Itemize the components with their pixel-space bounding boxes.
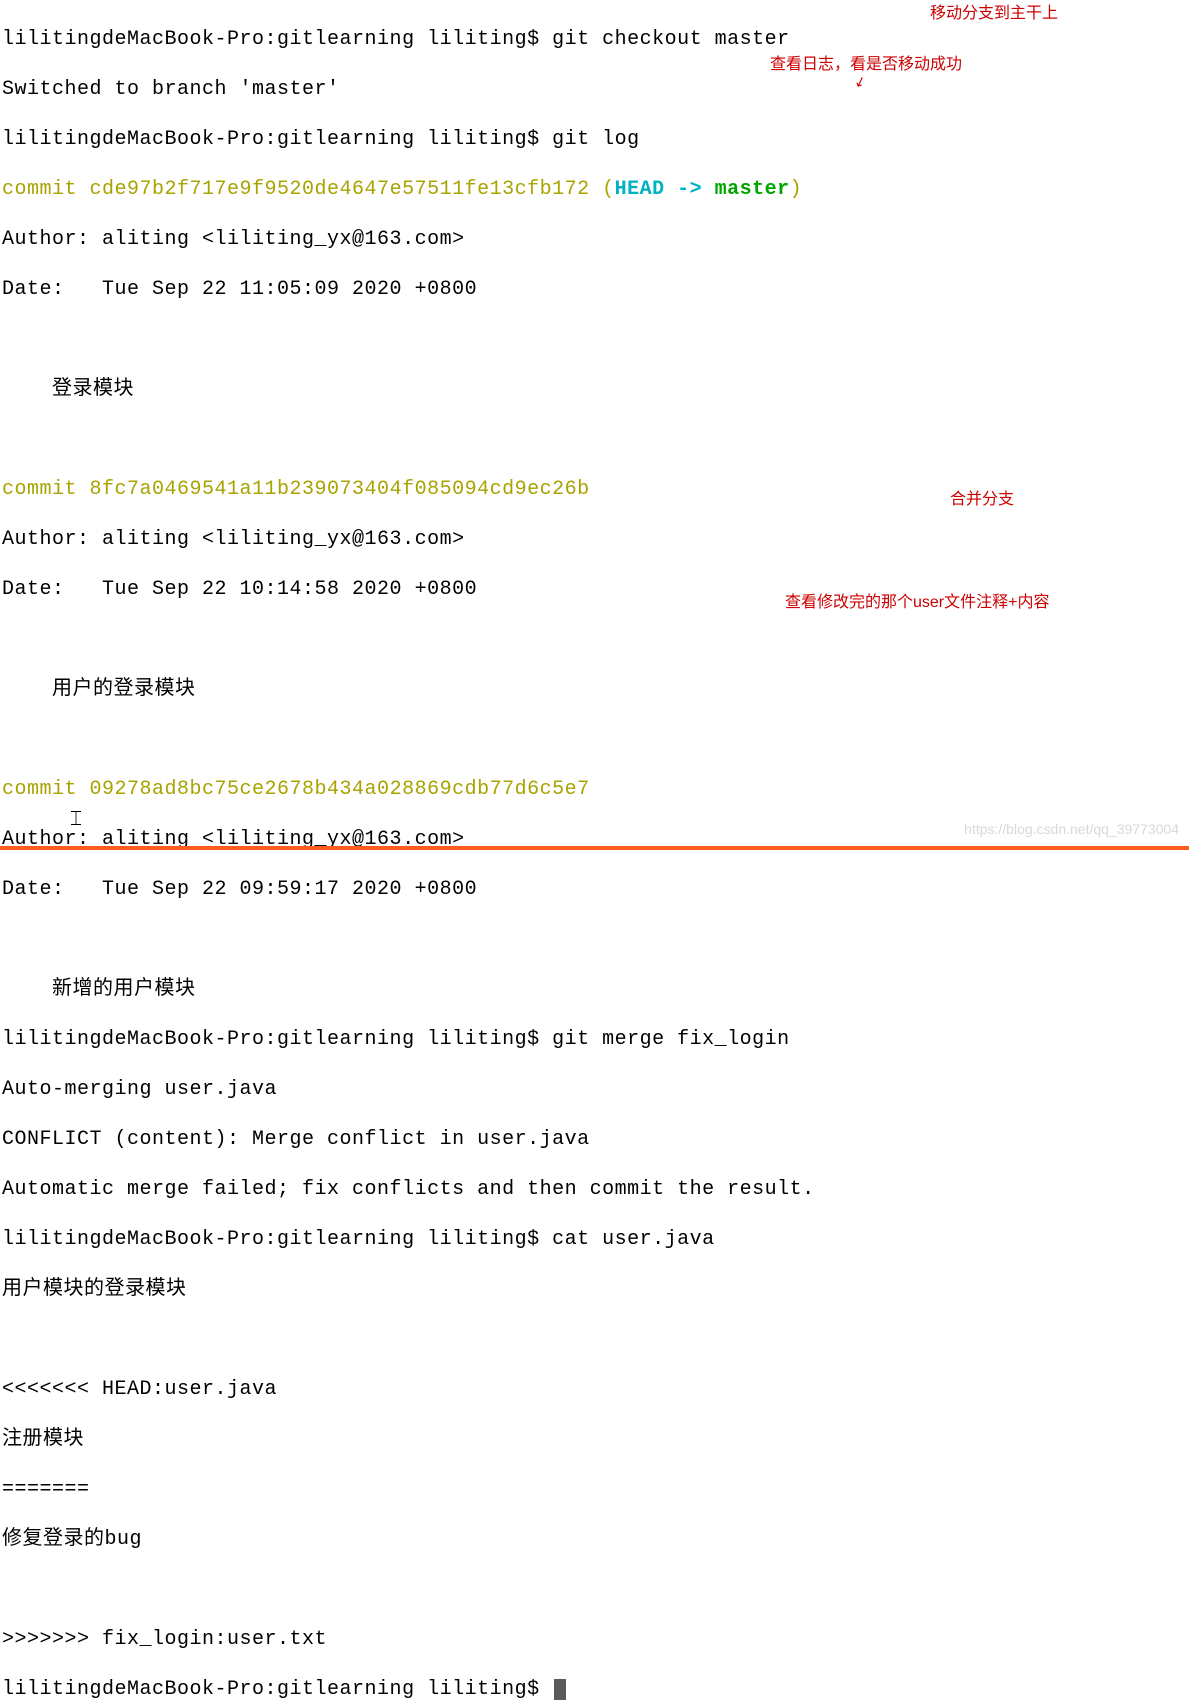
conflict-marker: ======= [2, 1477, 1189, 1502]
blank-line [2, 1577, 1189, 1602]
bottom-accent-border [0, 846, 1189, 850]
command-text: git log [552, 128, 640, 151]
command-text: git merge fix_login [552, 1028, 790, 1051]
shell-prompt: lilitingdeMacBook-Pro:gitlearning liliti… [2, 128, 552, 151]
watermark-text: https://blog.csdn.net/qq_39773004 [964, 821, 1179, 839]
annotation-cat: 查看修改完的那个user文件注释+内容 [785, 593, 1049, 613]
author-line: Author: aliting <liliting_yx@163.com> [2, 227, 1189, 252]
commit-hash: 09278ad8bc75ce2678b434a028869cdb77d6c5e7 [90, 778, 590, 801]
commit-message: 登录模块 [2, 377, 1189, 402]
terminal-line: Switched to branch 'master' [2, 77, 1189, 102]
blank-line [2, 327, 1189, 352]
commit-label: commit [2, 778, 90, 801]
commit-line: commit 09278ad8bc75ce2678b434a028869cdb7… [2, 777, 1189, 802]
author-line: Author: aliting <liliting_yx@163.com> [2, 527, 1189, 552]
terminal-line: Automatic merge failed; fix conflicts an… [2, 1177, 1189, 1202]
terminal-line: lilitingdeMacBook-Pro:gitlearning liliti… [2, 1677, 1189, 1700]
annotation-log: 查看日志，看是否移动成功 [770, 55, 962, 75]
file-content-line: 注册模块 [2, 1427, 1189, 1452]
terminal-line: CONFLICT (content): Merge conflict in us… [2, 1127, 1189, 1152]
shell-prompt: lilitingdeMacBook-Pro:gitlearning liliti… [2, 1678, 552, 1700]
blank-line [2, 427, 1189, 452]
annotation-checkout: 移动分支到主干上 [930, 4, 1058, 24]
commit-hash: 8fc7a0469541a11b239073404f085094cd9ec26b [90, 478, 590, 501]
date-line: Date: Tue Sep 22 09:59:17 2020 +0800 [2, 877, 1189, 902]
paren-open: ( [590, 178, 615, 201]
head-pointer: HEAD -> [615, 178, 715, 201]
command-text: cat user.java [552, 1228, 715, 1251]
blank-line [2, 1327, 1189, 1352]
terminal-line: lilitingdeMacBook-Pro:gitlearning liliti… [2, 127, 1189, 152]
commit-line: commit cde97b2f717e9f9520de4647e57511fe1… [2, 177, 1189, 202]
commit-label: commit [2, 478, 90, 501]
text-cursor-icon: ⌶ [70, 808, 86, 832]
shell-prompt: lilitingdeMacBook-Pro:gitlearning liliti… [2, 1028, 552, 1051]
terminal-line: Auto-merging user.java [2, 1077, 1189, 1102]
file-content-line: 用户模块的登录模块 [2, 1277, 1189, 1302]
commit-label: commit [2, 178, 90, 201]
terminal-cursor [554, 1679, 566, 1700]
paren-close: ) [790, 178, 803, 201]
annotation-merge: 合并分支 [950, 490, 1014, 510]
date-line: Date: Tue Sep 22 11:05:09 2020 +0800 [2, 277, 1189, 302]
conflict-marker: <<<<<<< HEAD:user.java [2, 1377, 1189, 1402]
blank-line [2, 927, 1189, 952]
terminal-line: lilitingdeMacBook-Pro:gitlearning liliti… [2, 27, 1189, 52]
terminal-line: lilitingdeMacBook-Pro:gitlearning liliti… [2, 1027, 1189, 1052]
command-text: git checkout master [552, 28, 790, 51]
conflict-marker: >>>>>>> fix_login:user.txt [2, 1627, 1189, 1652]
blank-line [2, 627, 1189, 652]
terminal-output[interactable]: lilitingdeMacBook-Pro:gitlearning liliti… [0, 0, 1189, 1700]
shell-prompt: lilitingdeMacBook-Pro:gitlearning liliti… [2, 28, 552, 51]
blank-line [2, 727, 1189, 752]
commit-hash: cde97b2f717e9f9520de4647e57511fe13cfb172 [90, 178, 590, 201]
commit-message: 新增的用户模块 [2, 977, 1189, 1002]
branch-name: master [715, 178, 790, 201]
terminal-line: lilitingdeMacBook-Pro:gitlearning liliti… [2, 1227, 1189, 1252]
commit-message: 用户的登录模块 [2, 677, 1189, 702]
file-content-line: 修复登录的bug [2, 1527, 1189, 1552]
shell-prompt: lilitingdeMacBook-Pro:gitlearning liliti… [2, 1228, 552, 1251]
